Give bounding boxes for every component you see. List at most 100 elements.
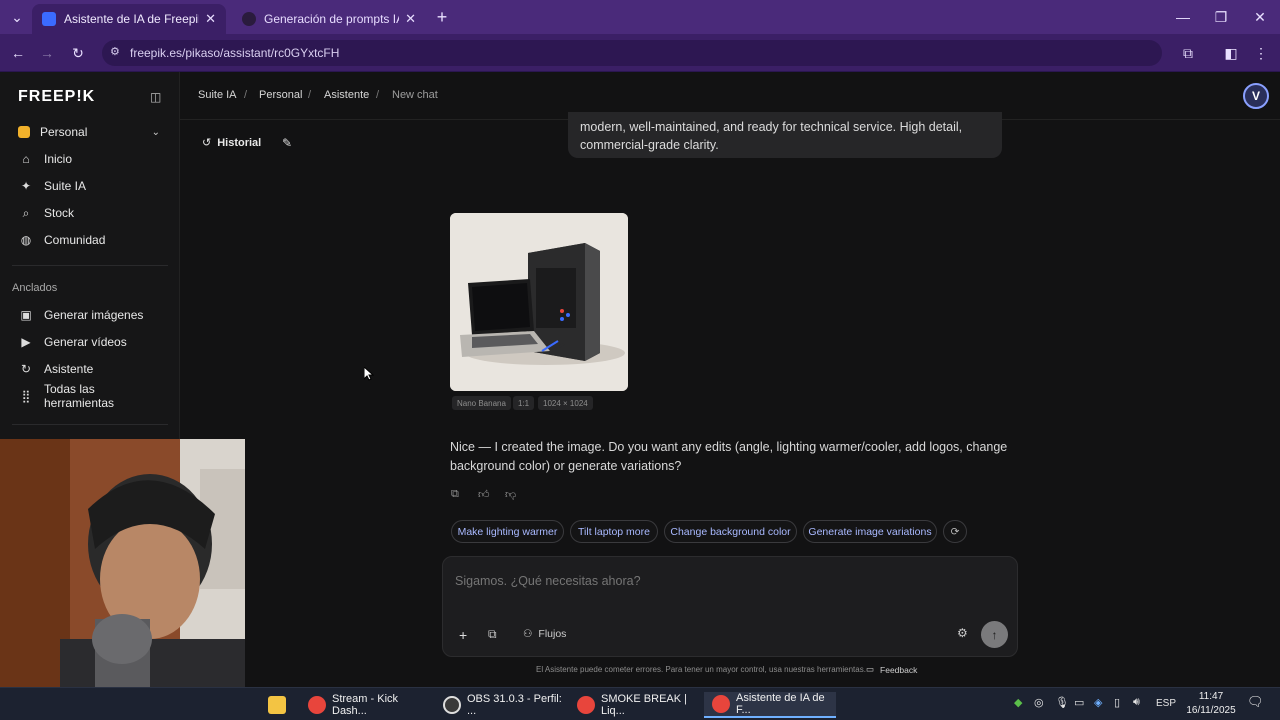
volume-icon[interactable]: 🔊︎	[1133, 696, 1140, 709]
browser-tab-active[interactable]: Asistente de IA de Freepik: crea ✕	[32, 4, 226, 34]
workspace-selector[interactable]: Personal ⌄	[12, 121, 168, 143]
history-button[interactable]: ↺ Historial	[202, 136, 262, 150]
breadcrumb-item[interactable]: Asistente	[324, 89, 369, 101]
browser-tab-bar: ⌄ Asistente de IA de Freepik: crea ✕ Gen…	[0, 0, 1280, 34]
suggestion-chip[interactable]: Tilt laptop more	[570, 520, 658, 543]
taskbar-app-label: SMOKE BREAK | Liq...	[601, 693, 687, 717]
battery-tray-icon[interactable]: ▯	[1114, 696, 1120, 709]
chat-bubble-icon: ▭	[866, 664, 875, 674]
thumbs-up-icon[interactable]: 👍︎	[478, 488, 490, 501]
system-clock[interactable]: 11:47 16/11/2025	[1180, 690, 1242, 718]
sidebar-divider	[12, 265, 168, 266]
freepik-logo[interactable]: FREEP!K	[18, 88, 95, 106]
image-icon: ▣	[20, 308, 32, 322]
maximize-icon[interactable]: ❐	[1210, 6, 1232, 28]
webcam-overlay	[0, 439, 245, 720]
language-indicator[interactable]: ESP	[1156, 698, 1176, 709]
extensions-icon[interactable]: ⧉	[1177, 42, 1199, 64]
history-icon: ↺	[202, 137, 212, 149]
prompt-input[interactable]	[455, 571, 995, 591]
history-label: Historial	[217, 136, 262, 149]
sidebar-item-inicio[interactable]: ⌂ Inicio	[12, 148, 168, 170]
nvidia-tray-icon[interactable]: ◆	[1014, 696, 1022, 709]
tab-title: Generación de prompts IA	[264, 12, 400, 26]
taskbar-app-asistente[interactable]: Asistente de IA de F...	[704, 692, 836, 718]
menu-kebab-icon[interactable]: ⋮	[1250, 42, 1272, 64]
collapse-sidebar-icon[interactable]: ◫	[150, 90, 161, 104]
copy-icon[interactable]: ⧉	[451, 488, 459, 501]
home-icon: ⌂	[22, 152, 30, 166]
library-icon[interactable]: ⧉	[488, 627, 497, 642]
tab-search-icon[interactable]: ⌄	[6, 6, 28, 28]
freepik-favicon-icon	[42, 12, 56, 26]
taskbar-app-stream[interactable]: Stream - Kick Dash...	[308, 692, 434, 718]
forward-icon[interactable]: →	[36, 42, 58, 64]
refresh-suggestions-icon[interactable]: ⟳	[943, 520, 967, 543]
flujos-label: Flujos	[538, 628, 567, 640]
close-tab-icon[interactable]: ✕	[405, 11, 416, 27]
chrome-icon	[577, 696, 595, 714]
sidebar-item-suite-ia[interactable]: ✦ Suite IA	[12, 175, 168, 197]
user-message-text: modern, well-maintained, and ready for t…	[580, 120, 963, 152]
send-button[interactable]: ↑	[981, 621, 1008, 648]
suggestion-chip[interactable]: Change background color	[664, 520, 797, 543]
steam-tray-icon[interactable]: ◎	[1034, 696, 1044, 709]
chrome-icon	[712, 695, 730, 713]
chrome-icon	[308, 696, 326, 714]
minimize-icon[interactable]: —	[1172, 6, 1194, 28]
thumbs-down-icon[interactable]: 👎︎	[505, 488, 516, 501]
sidebar-item-label: Inicio	[44, 152, 73, 166]
sidebar-item-asistente[interactable]: ↻ Asistente	[12, 358, 168, 380]
suggestion-chip[interactable]: Make lighting warmer	[451, 520, 564, 543]
sidebar-item-label: Asistente	[44, 362, 94, 376]
suggestion-chip[interactable]: Generate image variations	[803, 520, 937, 543]
file-explorer-button[interactable]	[268, 692, 290, 718]
taskbar-app-smoke-break[interactable]: SMOKE BREAK | Liq...	[577, 692, 703, 718]
address-input[interactable]: ⚙ freepik.es/pikaso/assistant/rc0GYxtcFH	[102, 40, 1162, 66]
generated-image[interactable]	[450, 213, 628, 391]
flujos-button[interactable]: ⚇ Flujos	[523, 628, 566, 640]
sidebar-item-label: Comunidad	[44, 233, 106, 247]
avatar[interactable]: V	[1243, 83, 1269, 109]
sidebar-item-label: Generar imágenes	[44, 308, 144, 322]
sidebar-item-todas-herramientas[interactable]: ⣿ Todas las herramientas	[12, 382, 168, 410]
openai-favicon-icon	[242, 12, 256, 26]
chevron-down-icon: ⌄	[151, 126, 160, 138]
add-attachment-icon[interactable]: +	[459, 627, 467, 643]
clock-date: 16/11/2025	[1186, 705, 1236, 716]
browser-tab[interactable]: Generación de prompts IA ✕	[232, 4, 426, 34]
site-info-icon[interactable]: ⚙	[110, 45, 120, 58]
disclaimer-text: El Asistente puede cometer errores. Para…	[536, 665, 866, 674]
feedback-button[interactable]: ▭ Feedback	[866, 664, 917, 675]
breadcrumb-current: New chat	[392, 89, 438, 101]
breadcrumb-item[interactable]: Personal	[259, 89, 302, 101]
sidebar-item-generar-videos[interactable]: ▶ Generar vídeos	[12, 331, 168, 353]
sidebar-item-generar-imagenes[interactable]: ▣ Generar imágenes	[12, 304, 168, 326]
tab-title: Asistente de IA de Freepik: crea	[64, 12, 199, 26]
close-window-icon[interactable]: ✕	[1249, 6, 1271, 28]
taskbar-app-label: Stream - Kick Dash...	[332, 693, 399, 717]
windows-taskbar: Stream - Kick Dash... OBS 31.0.3 - Perfi…	[0, 687, 1280, 720]
back-icon[interactable]: ←	[7, 42, 29, 64]
sidebar-item-label: Stock	[44, 206, 75, 220]
close-tab-icon[interactable]: ✕	[205, 11, 216, 27]
new-tab-icon[interactable]: +	[431, 6, 453, 28]
prompt-composer: + ⧉ ⚇ Flujos ⚙ ↑	[442, 556, 1018, 657]
display-tray-icon[interactable]: ▭	[1074, 696, 1084, 709]
notifications-icon[interactable]: 🗨︎	[1247, 694, 1264, 710]
breadcrumb-item[interactable]: Suite IA	[198, 89, 237, 101]
chat-area: ↺ Historial ✎ modern, well-maintained, a…	[180, 112, 1280, 687]
app-tray-icon[interactable]: ◈	[1094, 696, 1102, 709]
sidebar-toggle-icon[interactable]: ◧	[1220, 42, 1242, 64]
microphone-tray-icon[interactable]: 🎙︎	[1055, 696, 1069, 709]
globe-icon: ◍	[20, 233, 32, 247]
sidebar-item-label: Generar vídeos	[44, 335, 127, 349]
taskbar-app-obs[interactable]: OBS 31.0.3 - Perfil: ...	[443, 692, 569, 718]
sidebar-item-comunidad[interactable]: ◍ Comunidad	[12, 229, 168, 251]
reload-icon[interactable]: ↻	[67, 42, 89, 64]
sidebar-divider	[12, 424, 168, 425]
settings-gear-icon[interactable]: ⚙	[957, 626, 968, 640]
new-chat-edit-icon[interactable]: ✎	[282, 136, 292, 150]
sidebar-item-stock[interactable]: ⌕ Stock	[12, 202, 168, 224]
workspace-icon	[18, 126, 30, 138]
